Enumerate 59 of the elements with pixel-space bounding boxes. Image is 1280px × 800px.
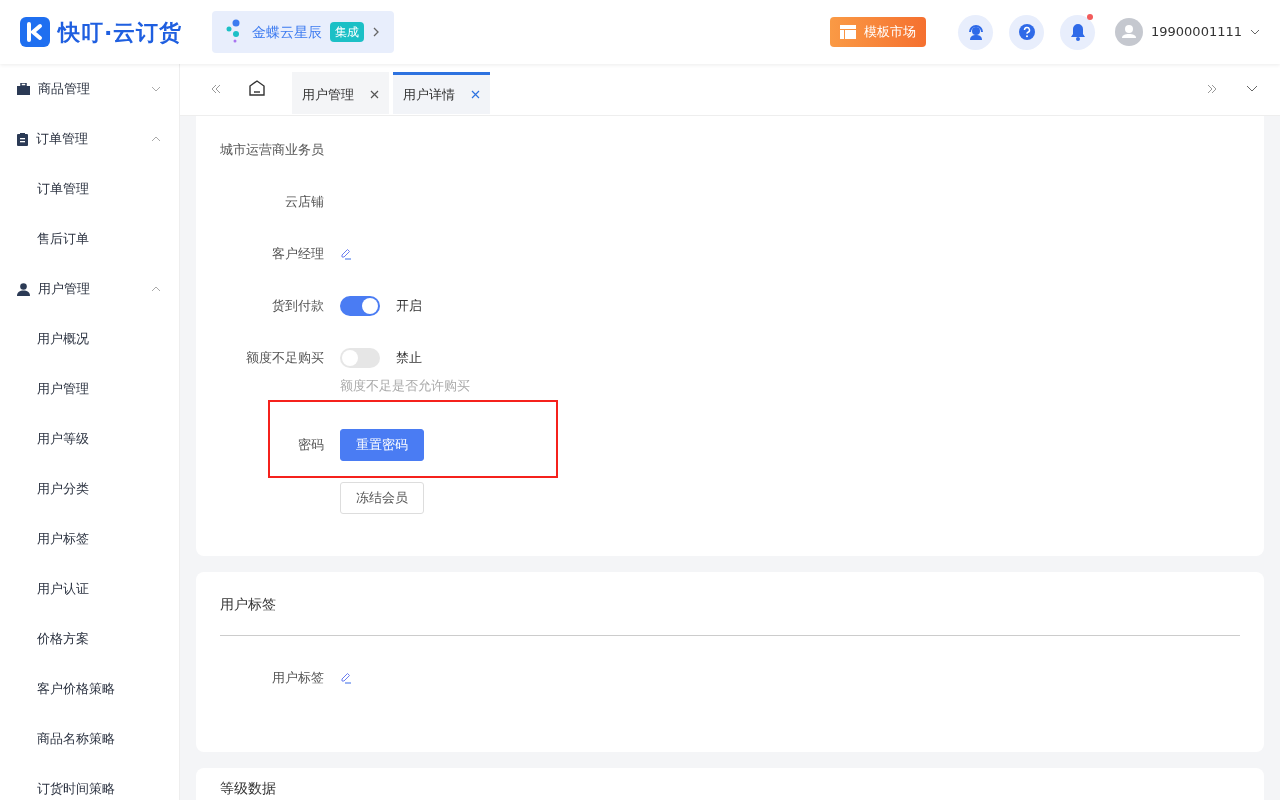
section-title: 用户标签	[219, 594, 277, 614]
field-label: 云店铺	[285, 194, 324, 209]
caret-icon[interactable]	[1250, 29, 1260, 35]
logo-icon	[20, 17, 50, 47]
close-icon[interactable]	[471, 90, 480, 99]
tab[interactable]: 用户管理	[292, 72, 389, 114]
clipboard-icon	[17, 132, 28, 146]
section-title: 等级数据	[219, 778, 277, 798]
sidebar-item[interactable]: 客户价格策略	[0, 664, 179, 714]
tab[interactable]: 用户详情	[393, 72, 490, 114]
bell-icon	[1069, 23, 1086, 41]
home-icon[interactable]	[248, 79, 266, 97]
reset-password-button[interactable]: 重置密码	[340, 428, 424, 461]
scroll-left-icon[interactable]	[210, 84, 222, 94]
edit-icon[interactable]	[340, 248, 352, 260]
sidebar-item[interactable]: 订单管理	[0, 164, 179, 214]
briefcase-icon	[17, 83, 30, 95]
close-icon[interactable]	[370, 90, 379, 99]
logo-text: 快叮·云订货	[58, 18, 183, 47]
chevron-right-icon	[372, 26, 381, 38]
sidebar-item[interactable]: 订货时间策略	[0, 764, 179, 800]
layout-icon	[840, 25, 856, 39]
help-button[interactable]	[1009, 14, 1044, 50]
sidebar-item[interactable]: 用户认证	[0, 564, 179, 614]
freeze-member-button[interactable]: 冻结会员	[340, 481, 424, 514]
toggle-switch[interactable]	[340, 296, 380, 316]
sidebar-item[interactable]: 用户分类	[0, 464, 179, 514]
sidebar-group[interactable]: 商品管理	[0, 64, 179, 114]
user-name[interactable]: 19900001111	[1151, 22, 1242, 42]
chevron-down-icon[interactable]	[1246, 85, 1258, 92]
sidebar-group[interactable]: 订单管理	[0, 114, 179, 164]
field-label: 用户标签	[272, 669, 324, 685]
integration-name: 金蝶云星辰	[252, 22, 323, 42]
edit-icon[interactable]	[340, 671, 352, 684]
field-label: 额度不足购买	[246, 350, 324, 365]
hint-text: 额度不足是否允许购买	[340, 377, 470, 395]
sidebar-item[interactable]: 商品名称策略	[0, 714, 179, 764]
switch-state: 开启	[396, 297, 422, 316]
sidebar-item[interactable]: 用户等级	[0, 414, 179, 464]
field-label: 城市运营商业务员	[220, 142, 324, 157]
scroll-right-icon[interactable]	[1206, 84, 1218, 94]
sidebar-group[interactable]: 用户管理	[0, 264, 179, 314]
person-icon	[17, 282, 30, 296]
support-button[interactable]	[958, 14, 993, 50]
sidebar-item[interactable]: 售后订单	[0, 214, 179, 264]
sidebar-item[interactable]: 用户概况	[0, 314, 179, 364]
sidebar-item[interactable]: 用户管理	[0, 364, 179, 414]
switch-state: 禁止	[396, 349, 422, 368]
sidebar-item[interactable]: 价格方案	[0, 614, 179, 664]
sidebar-item[interactable]: 用户标签	[0, 514, 179, 564]
toggle-switch[interactable]	[340, 348, 380, 368]
headset-icon	[966, 23, 985, 41]
field-label: 货到付款	[272, 298, 324, 313]
integration-badge: 集成	[330, 22, 365, 42]
field-label: 密码	[298, 436, 324, 452]
field-label: 客户经理	[272, 246, 324, 261]
integration-banner[interactable]: 金蝶云星辰 集成	[212, 11, 395, 53]
notification-button[interactable]	[1060, 14, 1095, 50]
help-icon	[1017, 23, 1036, 41]
